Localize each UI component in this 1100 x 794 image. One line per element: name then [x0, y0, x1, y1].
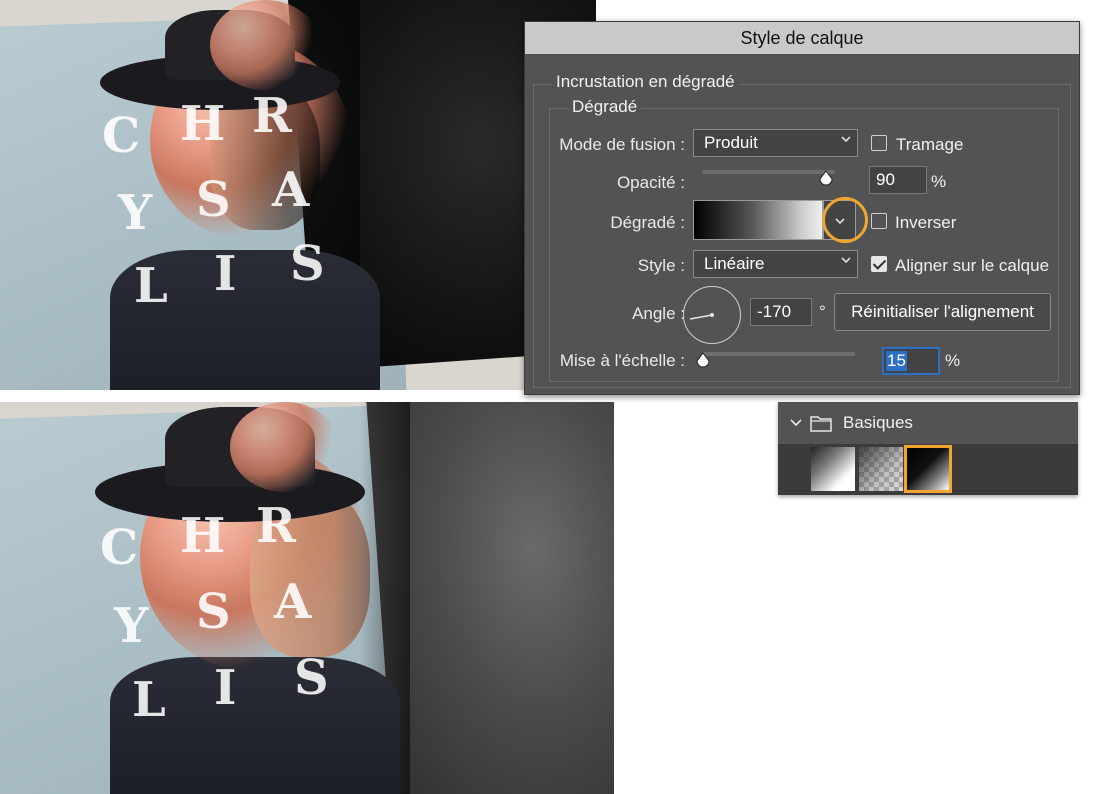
chevron-down-icon	[841, 136, 851, 143]
style-value: Linéaire	[704, 254, 765, 273]
title-letter: L	[132, 672, 166, 728]
reverse-checkbox[interactable]	[871, 213, 887, 229]
title-letter: S	[294, 650, 329, 706]
angle-label: Angle :	[632, 304, 685, 323]
opacity-input[interactable]: 90	[869, 166, 927, 194]
chevron-down-icon	[841, 257, 851, 264]
group-title: Dégradé	[568, 97, 642, 117]
folder-icon	[810, 416, 832, 432]
flower-crown	[230, 402, 340, 492]
dither-label: Tramage	[896, 135, 964, 154]
scale-unit: %	[945, 351, 961, 370]
title-letter: H	[180, 96, 226, 152]
preset-black-white-selected[interactable]	[904, 445, 952, 493]
title-letter: R	[252, 88, 292, 144]
style-label: Style :	[637, 256, 685, 275]
title-letter: Y	[114, 598, 149, 654]
book-photo-before: C H R Y S A L I S	[0, 0, 596, 390]
title-letter: L	[134, 258, 168, 314]
dither-checkbox[interactable]	[871, 135, 887, 151]
flower-crown	[210, 0, 320, 90]
scale-slider[interactable]	[702, 352, 855, 356]
angle-input[interactable]: -170	[750, 298, 812, 326]
title-letter: Y	[118, 185, 153, 241]
blend-mode-select[interactable]: Produit	[693, 129, 858, 157]
angle-unit: °	[819, 302, 826, 321]
align-with-layer-label: Aligner sur le calque	[895, 256, 1050, 275]
gradient-preview[interactable]	[693, 200, 823, 240]
blend-mode-value: Produit	[704, 133, 758, 152]
opacity-value: 90	[876, 170, 895, 189]
preset-foreground-to-transparent[interactable]	[859, 447, 903, 491]
section-title: Incrustation en dégradé	[552, 72, 739, 92]
preset-foreground-to-background[interactable]	[811, 447, 855, 491]
preset-folder-name: Basiques	[843, 413, 913, 432]
title-letter: R	[256, 498, 296, 554]
opacity-slider[interactable]	[702, 170, 835, 174]
scale-value: 15	[886, 351, 907, 371]
opacity-label: Opacité :	[616, 173, 685, 192]
scale-label: Mise à l'échelle :	[559, 351, 685, 370]
book-photo-after: C H R Y S A L I S	[0, 402, 614, 794]
angle-dial[interactable]	[683, 286, 741, 344]
title-letter: H	[180, 508, 226, 564]
scale-slider-thumb[interactable]	[695, 352, 711, 368]
title-letter: S	[196, 172, 231, 228]
angle-value: -170	[757, 302, 792, 321]
dialog-title: Style de calque	[525, 22, 1079, 54]
preset-folder-row[interactable]: Basiques	[778, 402, 1078, 444]
opacity-unit: %	[931, 172, 947, 191]
gradient-presets-panel: Basiques	[778, 402, 1078, 495]
reverse-label: Inverser	[895, 213, 957, 232]
title-letter: S	[196, 584, 231, 640]
blend-mode-label: Mode de fusion :	[559, 135, 685, 154]
title-letter: A	[272, 162, 310, 218]
title-letter: I	[214, 660, 237, 716]
gradient-label: Dégradé :	[610, 213, 685, 232]
title-letter: I	[214, 246, 237, 302]
title-letter: A	[274, 574, 312, 630]
title-letter: C	[100, 520, 139, 576]
layer-style-dialog: Style de calque Incrustation en dégradé …	[524, 21, 1080, 395]
style-select[interactable]: Linéaire	[693, 250, 858, 278]
opacity-slider-thumb[interactable]	[818, 170, 834, 186]
angle-needle-icon	[689, 313, 714, 320]
title-letter: S	[290, 236, 325, 292]
title-letter: C	[102, 108, 141, 164]
scale-input[interactable]: 15	[882, 347, 940, 375]
reset-alignment-button[interactable]: Réinitialiser l'alignement	[834, 293, 1051, 331]
chevron-down-icon[interactable]	[790, 416, 802, 428]
highlight-circle	[822, 197, 868, 243]
align-with-layer-checkbox[interactable]	[871, 256, 887, 272]
